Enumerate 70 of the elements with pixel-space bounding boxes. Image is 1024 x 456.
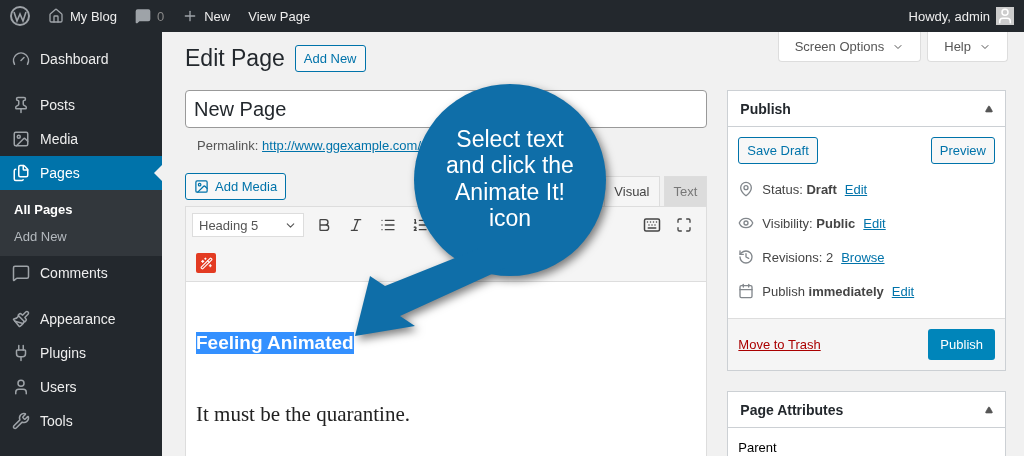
menu-icon bbox=[12, 310, 30, 328]
sidebar-item[interactable]: Pages bbox=[0, 156, 162, 190]
sidebar-item[interactable]: Media bbox=[0, 122, 162, 156]
panel-title: Page Attributes bbox=[740, 401, 844, 418]
media-icon bbox=[194, 179, 209, 194]
add-new-button[interactable]: Add New bbox=[294, 44, 366, 72]
add-media-button[interactable]: Add Media bbox=[185, 173, 287, 200]
bullet-list-icon bbox=[380, 217, 396, 233]
site-link[interactable]: My Blog bbox=[48, 8, 117, 24]
content-heading: Feeling Animated bbox=[196, 332, 354, 354]
edit-link[interactable]: Edit bbox=[891, 283, 915, 299]
collapse-icon[interactable] bbox=[985, 104, 993, 113]
submenu-item[interactable]: All Pages bbox=[0, 196, 162, 223]
menu-icon bbox=[12, 50, 30, 68]
animate-it-button[interactable] bbox=[196, 253, 216, 273]
menu-icon bbox=[12, 264, 30, 282]
sidebar-item[interactable]: Dashboard bbox=[0, 42, 162, 76]
collapse-icon[interactable] bbox=[985, 405, 993, 414]
menu-icon bbox=[12, 96, 30, 114]
publish-button[interactable]: Publish bbox=[928, 329, 995, 360]
editor-area[interactable]: Feeling Animated It must be the quarantine. bbox=[185, 282, 708, 456]
publish-detail: Publish immediately bbox=[762, 283, 884, 299]
sidebar-item[interactable]: Appearance bbox=[0, 302, 162, 336]
edit-link[interactable]: Edit bbox=[863, 215, 886, 231]
account-link[interactable]: Howdy, admin bbox=[908, 7, 1014, 25]
wordpress-logo-icon[interactable] bbox=[10, 6, 30, 26]
sidebar-item[interactable]: Tools bbox=[0, 404, 162, 438]
save-draft-button[interactable]: Save Draft bbox=[738, 137, 818, 164]
permalink-label: Permalink: bbox=[197, 138, 260, 153]
edit-link[interactable]: Edit bbox=[844, 181, 868, 197]
comment-icon bbox=[134, 8, 151, 24]
row-icon bbox=[738, 249, 755, 265]
edit-link[interactable]: Browse bbox=[841, 249, 885, 265]
avatar-icon bbox=[996, 7, 1014, 25]
sidebar-item[interactable]: Users bbox=[0, 370, 162, 404]
panel-title: Publish bbox=[740, 100, 791, 117]
content-paragraph: It must be the quarantine. bbox=[196, 402, 412, 427]
screen-tab[interactable]: Help bbox=[927, 32, 1008, 62]
publish-detail: Revisions: 2 bbox=[762, 249, 834, 265]
format-select[interactable]: Heading 5 bbox=[192, 213, 304, 237]
row-icon bbox=[738, 215, 755, 231]
view-page-link[interactable]: View Page bbox=[248, 8, 311, 24]
sidebar-item[interactable]: Comments bbox=[0, 256, 162, 290]
bold-icon bbox=[316, 217, 332, 233]
sidebar-item[interactable]: Plugins bbox=[0, 336, 162, 370]
fullscreen-icon bbox=[676, 217, 693, 233]
keyboard-icon bbox=[643, 216, 662, 234]
screen-tab[interactable]: Screen Options bbox=[777, 32, 922, 62]
numbered-list-icon bbox=[412, 217, 428, 233]
sidebar-item[interactable]: Posts bbox=[0, 88, 162, 122]
comments-link[interactable]: 0 bbox=[134, 8, 165, 24]
parent-label: Parent bbox=[738, 440, 777, 455]
preview-button[interactable]: Preview bbox=[930, 137, 995, 164]
permalink-link[interactable]: http://www.ggexample.com/ bbox=[262, 138, 421, 153]
callout-text: Select text and click the Animate It! icon bbox=[445, 126, 575, 232]
submenu-item[interactable]: Add New bbox=[0, 223, 162, 250]
menu-icon bbox=[12, 130, 30, 148]
publish-detail: Visibility: Public bbox=[762, 215, 856, 231]
new-link[interactable]: New bbox=[182, 8, 231, 24]
editor-tab[interactable]: Visual bbox=[604, 176, 660, 206]
home-icon bbox=[48, 8, 64, 24]
row-icon bbox=[738, 283, 755, 299]
trash-link[interactable]: Move to Trash bbox=[738, 337, 821, 352]
menu-icon bbox=[12, 164, 30, 182]
menu-icon bbox=[12, 378, 30, 396]
row-icon bbox=[738, 181, 755, 197]
menu-icon bbox=[12, 412, 30, 430]
page-heading: Edit Page bbox=[185, 44, 285, 72]
publish-detail: Status: Draft bbox=[762, 181, 837, 197]
italic-icon bbox=[348, 217, 364, 233]
